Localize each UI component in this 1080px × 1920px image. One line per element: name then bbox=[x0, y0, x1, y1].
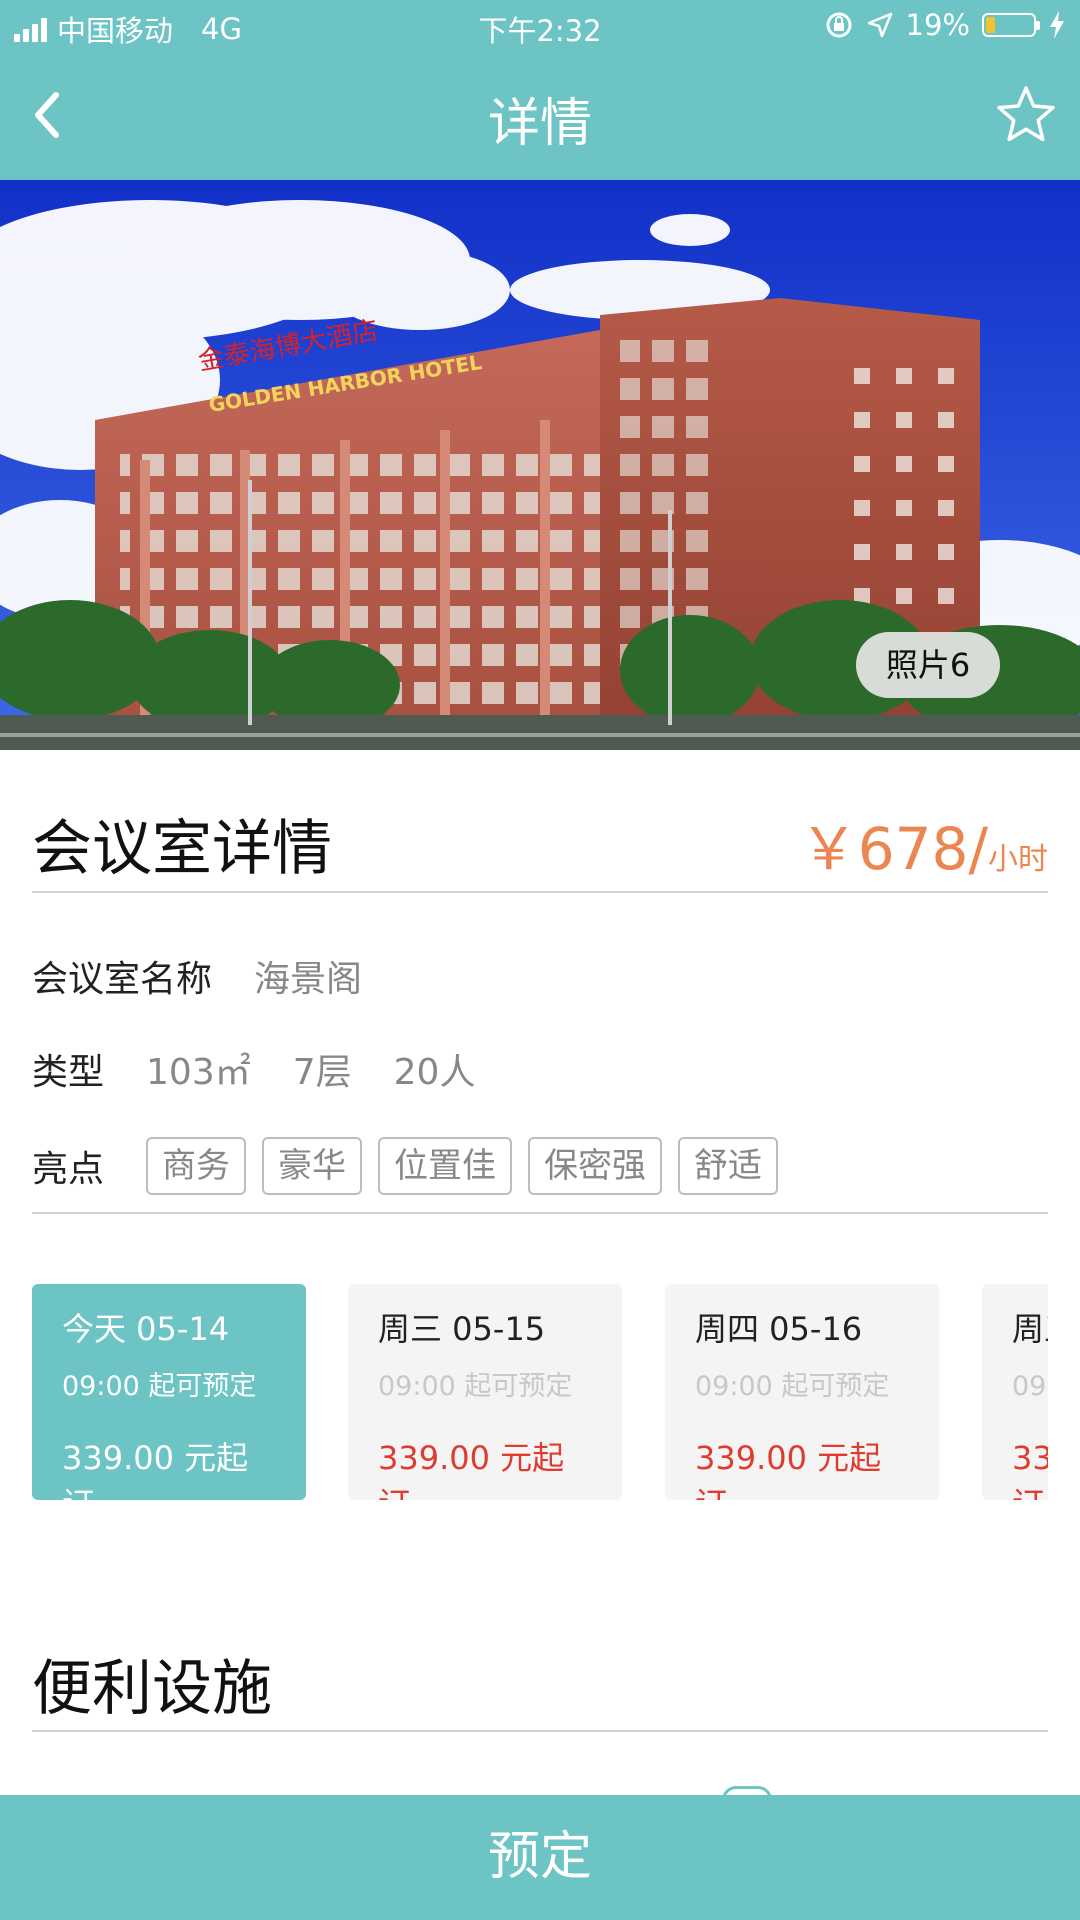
divider bbox=[32, 891, 1048, 893]
rotation-lock-icon bbox=[826, 12, 852, 38]
highlight-tag: 位置佳 bbox=[378, 1137, 513, 1195]
price-unit: 小时 bbox=[988, 842, 1048, 877]
highlight-tag: 商务 bbox=[146, 1137, 247, 1195]
price-value: 678/ bbox=[857, 815, 988, 883]
price-display: ￥678/小时 bbox=[800, 802, 1048, 886]
location-arrow-icon bbox=[867, 12, 892, 38]
highlights-row: 亮点 商务 豪华 位置佳 保密强 舒适 bbox=[32, 1137, 794, 1195]
price-symbol: ￥ bbox=[799, 815, 858, 883]
date-card[interactable]: 今天 05-14 09:00 起可预定 339.00 元起订 bbox=[32, 1284, 306, 1500]
date-card-time: 09:00 起可预定 bbox=[62, 1371, 257, 1402]
battery-percent: 19% bbox=[905, 8, 970, 42]
date-card-time: 09:00 起可预定 bbox=[695, 1371, 890, 1402]
book-button[interactable]: 预定 bbox=[0, 1795, 1080, 1920]
room-area: 103㎡ bbox=[146, 1052, 251, 1093]
date-card-price: 339.00 元起订 bbox=[62, 1439, 249, 1500]
date-card[interactable]: 周三 05-15 09:00 起可预定 339.00 元起订 bbox=[348, 1284, 622, 1500]
nav-bar: 详情 bbox=[0, 55, 1080, 180]
star-outline-icon[interactable] bbox=[994, 83, 1058, 147]
room-name-row: 会议室名称 海景阁 bbox=[32, 950, 362, 1002]
date-card-day: 今天 05-14 bbox=[62, 1310, 230, 1348]
date-card-day: 周三 05-15 bbox=[378, 1310, 546, 1348]
divider bbox=[32, 1212, 1048, 1214]
section-title-details: 会议室详情 bbox=[32, 814, 332, 884]
charging-bolt-icon bbox=[1050, 11, 1064, 39]
date-card-time: 09:00 起可预定 bbox=[378, 1371, 573, 1402]
room-floor: 7层 bbox=[292, 1052, 352, 1093]
room-name-value: 海景阁 bbox=[254, 959, 363, 1000]
date-card-price: 339.00 元起订 bbox=[695, 1439, 882, 1500]
date-card[interactable]: 周五 05-17 09:00 起可预定 339.00 元起订 bbox=[982, 1284, 1048, 1500]
battery-icon bbox=[982, 13, 1040, 37]
highlights-label: 亮点 bbox=[32, 1149, 105, 1190]
date-card-time: 09:00 起可预定 bbox=[1012, 1371, 1048, 1402]
highlight-tag: 舒适 bbox=[678, 1137, 779, 1195]
divider bbox=[32, 1730, 1048, 1732]
date-selector: 今天 05-14 09:00 起可预定 339.00 元起订 周三 05-15 … bbox=[32, 1284, 1048, 1500]
room-type-label: 类型 bbox=[32, 1052, 105, 1093]
page-title: 详情 bbox=[487, 94, 592, 154]
room-type-row: 类型 103㎡ 7层 20人 bbox=[32, 1043, 475, 1095]
highlight-tag: 豪华 bbox=[262, 1137, 363, 1195]
section-title-facilities: 便利设施 bbox=[32, 1654, 272, 1724]
date-card-price: 339.00 元起订 bbox=[378, 1439, 565, 1500]
date-card-price: 339.00 元起订 bbox=[1012, 1439, 1048, 1500]
highlight-tag: 保密强 bbox=[528, 1137, 663, 1195]
status-bar: 中国移动 4G 下午2:32 19% bbox=[0, 0, 1080, 55]
date-card-day: 周五 05-17 bbox=[1012, 1310, 1048, 1348]
room-name-label: 会议室名称 bbox=[32, 959, 213, 1000]
room-capacity: 20人 bbox=[393, 1052, 476, 1093]
photo-count-badge[interactable]: 照片6 bbox=[856, 632, 1000, 698]
date-card[interactable]: 周四 05-16 09:00 起可预定 339.00 元起订 bbox=[665, 1284, 939, 1500]
date-card-day: 周四 05-16 bbox=[695, 1310, 863, 1348]
